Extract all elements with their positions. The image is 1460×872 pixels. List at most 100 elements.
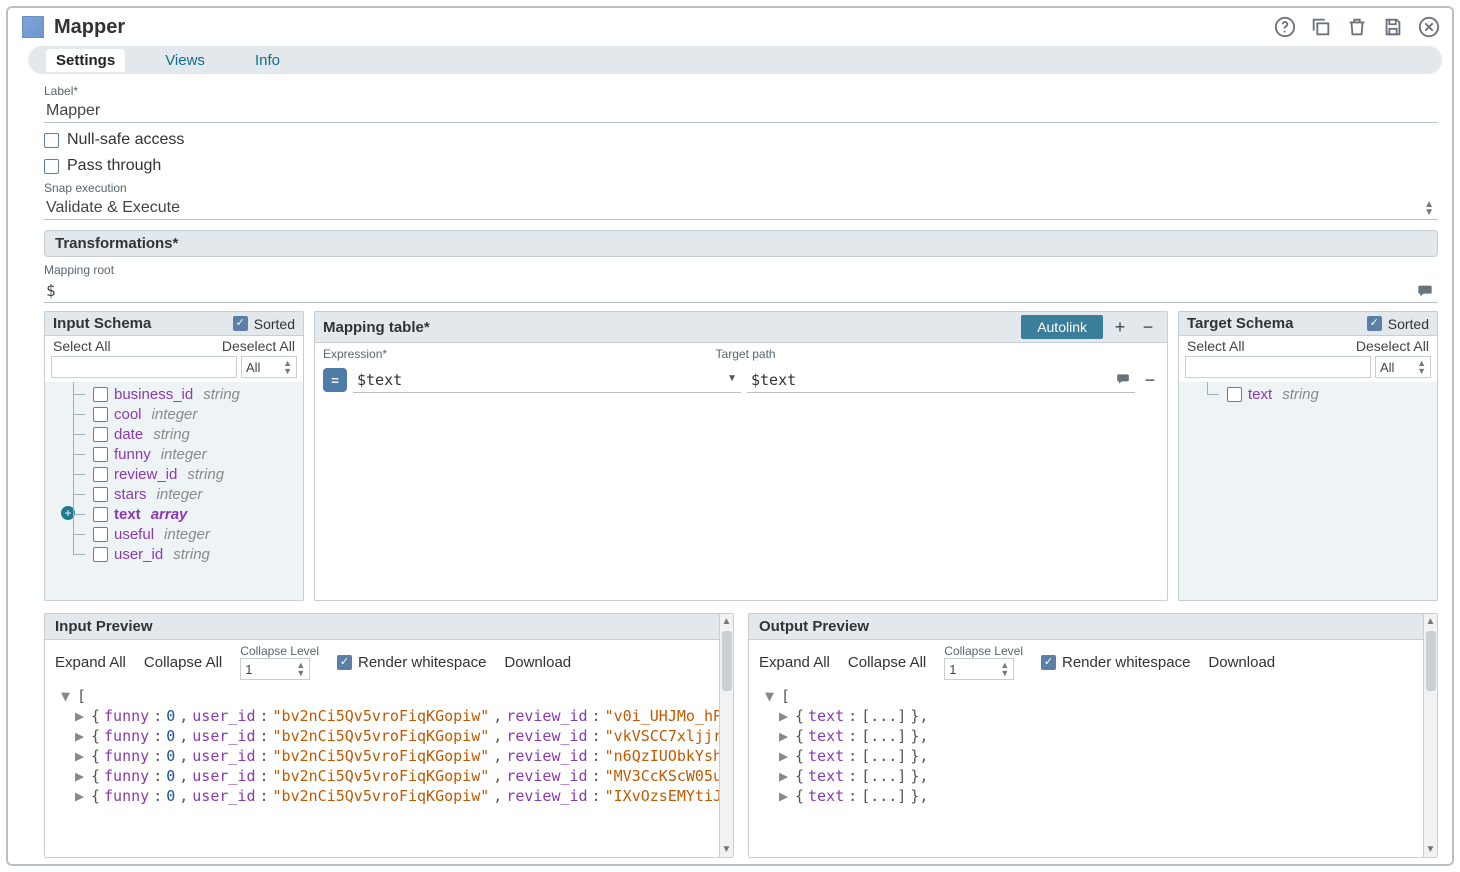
tab-info[interactable]: Info	[245, 49, 290, 72]
suggest-icon[interactable]	[1416, 283, 1434, 304]
preview-row[interactable]: ▶{funny: 0, user_id: "bv2nCi5Qv5vroFiqKG…	[55, 706, 727, 726]
input-expand-all[interactable]: Expand All	[55, 654, 126, 671]
autolink-button[interactable]: Autolink	[1021, 315, 1103, 339]
caret-right-icon[interactable]: ▶	[779, 767, 791, 785]
schema-item-checkbox[interactable]	[93, 407, 108, 422]
preview-row[interactable]: ▶{text: [...]},	[759, 766, 1431, 786]
mapping-root-input[interactable]	[44, 279, 1438, 303]
input-render-ws-checkbox[interactable]	[337, 655, 352, 670]
schema-item-name: date	[114, 426, 143, 443]
transformations-header: Transformations*	[44, 230, 1438, 257]
input-select-all[interactable]: Select All	[53, 338, 111, 354]
preview-row[interactable]: ▶{text: [...]},	[759, 746, 1431, 766]
schema-item-stars[interactable]: starsinteger	[63, 484, 299, 504]
schema-item-checkbox[interactable]	[93, 507, 108, 522]
output-download[interactable]: Download	[1208, 654, 1275, 671]
snap-exec-select[interactable]	[44, 197, 1438, 220]
suggest-icon[interactable]	[1115, 372, 1131, 391]
close-icon[interactable]	[1416, 14, 1442, 40]
schema-item-cool[interactable]: coolinteger	[63, 404, 299, 424]
copy-icon[interactable]	[1308, 14, 1334, 40]
help-icon[interactable]	[1272, 14, 1298, 40]
input-download[interactable]: Download	[504, 654, 571, 671]
schema-item-checkbox[interactable]	[93, 447, 108, 462]
null-safe-label: Null-safe access	[67, 131, 184, 149]
target-select-all[interactable]: Select All	[1187, 338, 1245, 354]
input-preview-scrollbar[interactable]: ▲▼	[719, 614, 733, 857]
caret-right-icon[interactable]: ▶	[75, 787, 87, 805]
output-collapse-level[interactable]: 1 ▲▼	[944, 658, 1014, 680]
schema-item-checkbox[interactable]	[93, 427, 108, 442]
schema-item-business_id[interactable]: business_idstring	[63, 384, 299, 404]
expression-input[interactable]	[353, 367, 741, 393]
input-sorted-label: Sorted	[254, 316, 295, 332]
pass-through-checkbox[interactable]	[44, 159, 59, 174]
preview-row[interactable]: ▶{text: [...]},	[759, 706, 1431, 726]
remove-row-icon[interactable]: −	[1137, 316, 1159, 338]
caret-right-icon[interactable]: ▶	[75, 727, 87, 745]
delete-icon[interactable]	[1344, 14, 1370, 40]
input-deselect-all[interactable]: Deselect All	[222, 338, 295, 354]
expression-toggle-icon[interactable]: =	[323, 368, 347, 392]
preview-row[interactable]: ▶{funny: 0, user_id: "bv2nCi5Qv5vroFiqKG…	[55, 786, 727, 806]
caret-right-icon[interactable]: ▶	[75, 707, 87, 725]
schema-item-review_id[interactable]: review_idstring	[63, 464, 299, 484]
output-preview-scrollbar[interactable]: ▲▼	[1423, 614, 1437, 857]
input-schema-filter[interactable]	[51, 356, 237, 378]
caret-down-icon[interactable]: ▼	[61, 687, 73, 705]
schema-item-type: integer	[157, 486, 203, 503]
target-sorted-checkbox[interactable]	[1367, 316, 1382, 331]
mapping-row: = ▼ −	[315, 365, 1167, 395]
target-type-filter[interactable]: All ▲▼	[1375, 356, 1431, 378]
schema-item-checkbox[interactable]	[93, 547, 108, 562]
null-safe-checkbox[interactable]	[44, 133, 59, 148]
preview-row[interactable]: ▶{funny: 0, user_id: "bv2nCi5Qv5vroFiqKG…	[55, 766, 727, 786]
schema-item-name: business_id	[114, 386, 193, 403]
output-expand-all[interactable]: Expand All	[759, 654, 830, 671]
save-icon[interactable]	[1380, 14, 1406, 40]
schema-item-text[interactable]: +textarray	[63, 504, 299, 524]
input-render-ws-label: Render whitespace	[358, 654, 486, 671]
caret-down-icon[interactable]: ▼	[765, 687, 777, 705]
schema-item-type: integer	[161, 446, 207, 463]
preview-row[interactable]: ▶{text: [...]},	[759, 726, 1431, 746]
add-row-icon[interactable]: +	[1109, 316, 1131, 338]
schema-item-checkbox[interactable]	[93, 527, 108, 542]
schema-item-checkbox[interactable]	[93, 387, 108, 402]
input-collapse-all[interactable]: Collapse All	[144, 654, 222, 671]
snap-exec-caption: Snap execution	[44, 181, 1438, 195]
tab-views[interactable]: Views	[155, 49, 215, 72]
input-sorted-checkbox[interactable]	[233, 316, 248, 331]
preview-row[interactable]: ▶{text: [...]},	[759, 786, 1431, 806]
preview-row[interactable]: ▶{funny: 0, user_id: "bv2nCi5Qv5vroFiqKG…	[55, 726, 727, 746]
caret-right-icon[interactable]: ▶	[779, 707, 791, 725]
caret-right-icon[interactable]: ▶	[779, 787, 791, 805]
input-preview-title: Input Preview	[55, 618, 153, 635]
input-collapse-level[interactable]: 1 ▲▼	[240, 658, 310, 680]
tab-settings[interactable]: Settings	[46, 49, 125, 72]
schema-item-checkbox[interactable]	[93, 467, 108, 482]
output-render-ws-checkbox[interactable]	[1041, 655, 1056, 670]
row-delete-icon[interactable]: −	[1141, 370, 1159, 391]
target-deselect-all[interactable]: Deselect All	[1356, 338, 1429, 354]
target-path-input[interactable]	[747, 367, 1135, 393]
caret-right-icon[interactable]: ▶	[779, 727, 791, 745]
caret-right-icon[interactable]: ▶	[75, 747, 87, 765]
schema-item-funny[interactable]: funnyinteger	[63, 444, 299, 464]
schema-item-text[interactable]: textstring	[1197, 384, 1433, 404]
caret-right-icon[interactable]: ▶	[779, 747, 791, 765]
preview-row[interactable]: ▶{funny: 0, user_id: "bv2nCi5Qv5vroFiqKG…	[55, 746, 727, 766]
schema-item-user_id[interactable]: user_idstring	[63, 544, 299, 564]
label-input[interactable]	[44, 100, 1438, 123]
output-collapse-all[interactable]: Collapse All	[848, 654, 926, 671]
input-type-filter[interactable]: All ▲▼	[241, 356, 297, 378]
caret-right-icon[interactable]: ▶	[75, 767, 87, 785]
output-preview-title: Output Preview	[759, 618, 869, 635]
schema-item-useful[interactable]: usefulinteger	[63, 524, 299, 544]
schema-item-type: array	[151, 506, 188, 523]
window-title: Mapper	[54, 16, 125, 39]
schema-item-checkbox[interactable]	[93, 487, 108, 502]
target-schema-filter[interactable]	[1185, 356, 1371, 378]
schema-item-checkbox[interactable]	[1227, 387, 1242, 402]
schema-item-date[interactable]: datestring	[63, 424, 299, 444]
